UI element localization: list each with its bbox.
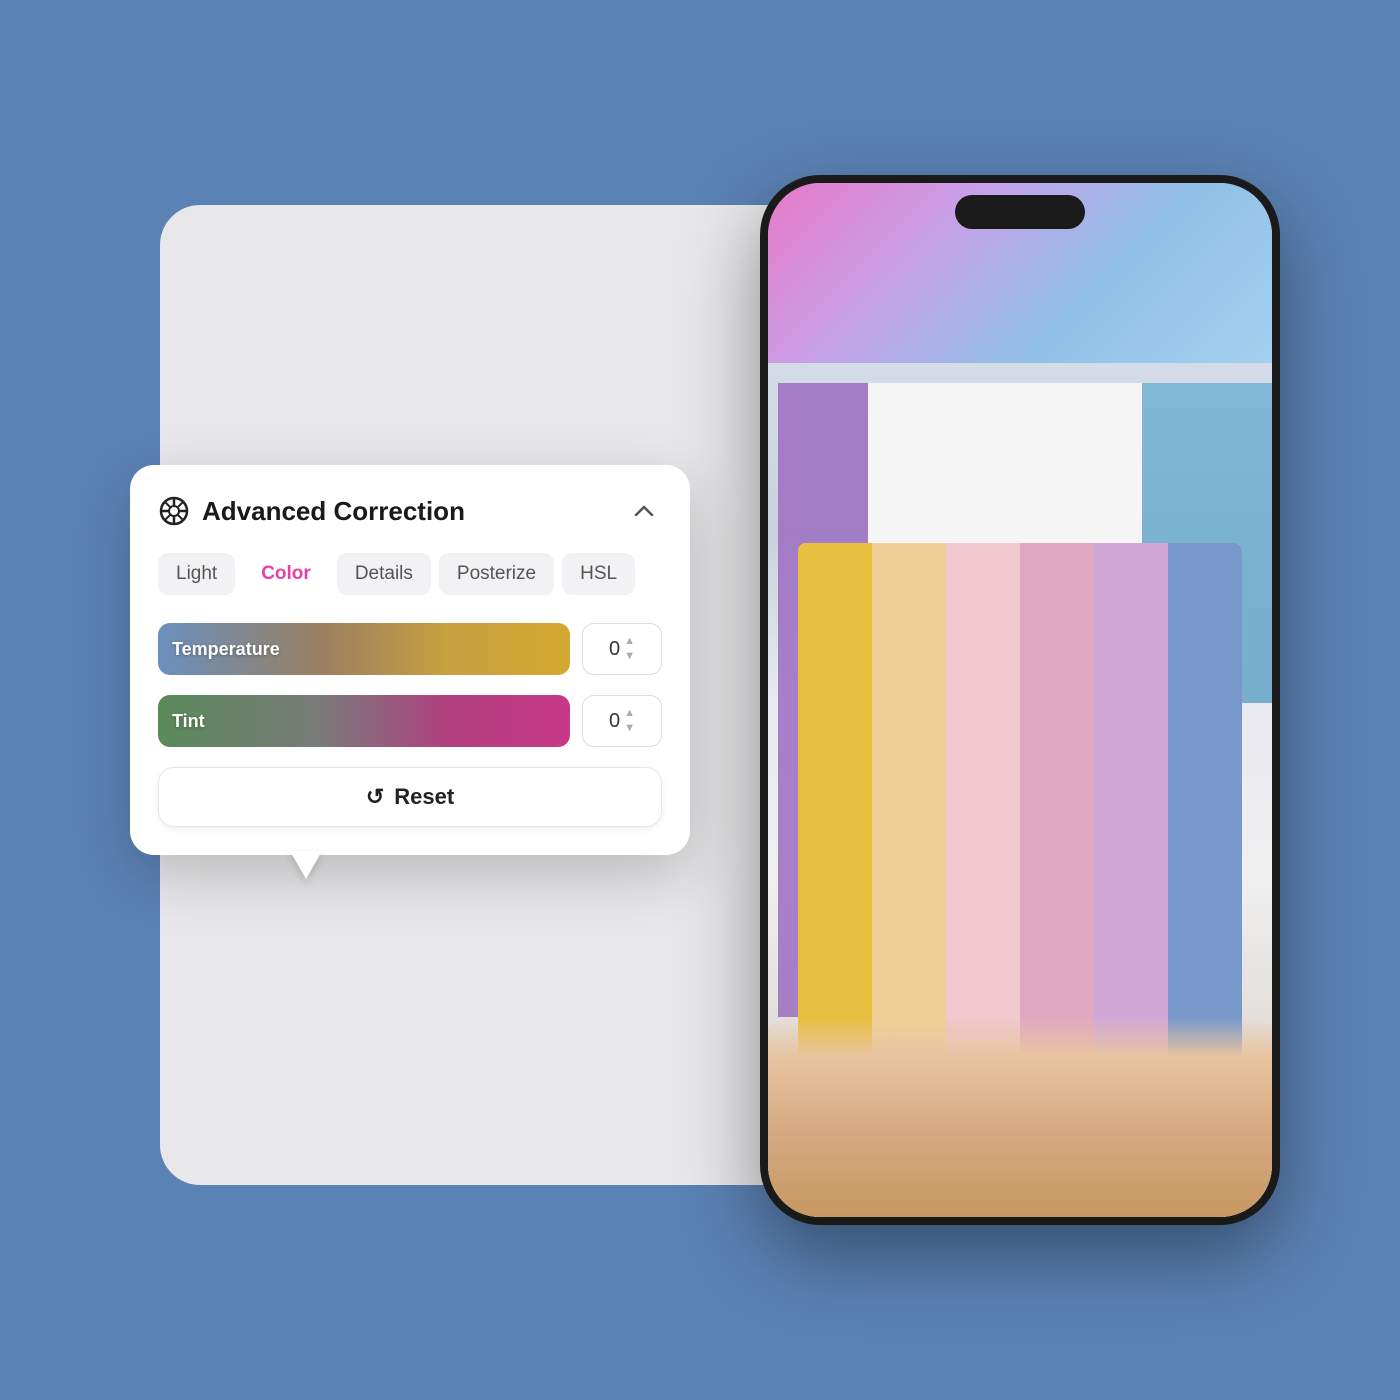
tint-spinner[interactable]: ▲ ▼ (624, 707, 635, 734)
scene: Advanced Correction Light Color Details … (100, 125, 1300, 1275)
tint-slider-row: Tint 0 ▲ ▼ (158, 695, 662, 747)
temperature-spinner[interactable]: ▲ ▼ (624, 635, 635, 662)
tint-down-arrow[interactable]: ▼ (624, 722, 635, 735)
tab-hsl[interactable]: HSL (562, 553, 635, 595)
panel-title-group: Advanced Correction (158, 495, 465, 527)
temperature-slider-bg[interactable]: Temperature (158, 623, 570, 675)
reset-icon: ↺ (366, 784, 384, 810)
tab-details[interactable]: Details (337, 553, 431, 595)
tint-label: Tint (172, 711, 205, 732)
advanced-correction-icon (158, 495, 190, 527)
tint-value: 0 (609, 710, 620, 733)
temperature-slider-row: Temperature 0 ▲ ▼ (158, 623, 662, 675)
hand-holding-canvas (768, 1017, 1272, 1217)
reset-label: Reset (394, 784, 454, 810)
phone-image-area (768, 363, 1272, 1217)
panel-collapse-button[interactable] (626, 493, 662, 529)
phone-mockup (760, 175, 1280, 1225)
reset-button[interactable]: ↺ Reset (158, 767, 662, 827)
phone-screen (768, 183, 1272, 1217)
temperature-up-arrow[interactable]: ▲ (624, 635, 635, 648)
tint-slider-bg[interactable]: Tint (158, 695, 570, 747)
tint-slider-track: Tint 0 ▲ ▼ (158, 695, 662, 747)
tint-value-box[interactable]: 0 ▲ ▼ (582, 695, 662, 747)
tab-color[interactable]: Color (243, 553, 329, 595)
tab-posterize[interactable]: Posterize (439, 553, 554, 595)
temperature-value-box[interactable]: 0 ▲ ▼ (582, 623, 662, 675)
advanced-correction-panel: Advanced Correction Light Color Details … (130, 465, 690, 855)
temperature-down-arrow[interactable]: ▼ (624, 650, 635, 663)
temperature-value: 0 (609, 638, 620, 661)
temperature-label: Temperature (172, 639, 280, 660)
tint-up-arrow[interactable]: ▲ (624, 707, 635, 720)
panel-header: Advanced Correction (158, 493, 662, 529)
phone-notch (955, 195, 1085, 229)
tabs-container: Light Color Details Posterize HSL (158, 553, 662, 595)
temperature-slider-track: Temperature 0 ▲ ▼ (158, 623, 662, 675)
tab-light[interactable]: Light (158, 553, 235, 595)
panel-title: Advanced Correction (202, 496, 465, 527)
